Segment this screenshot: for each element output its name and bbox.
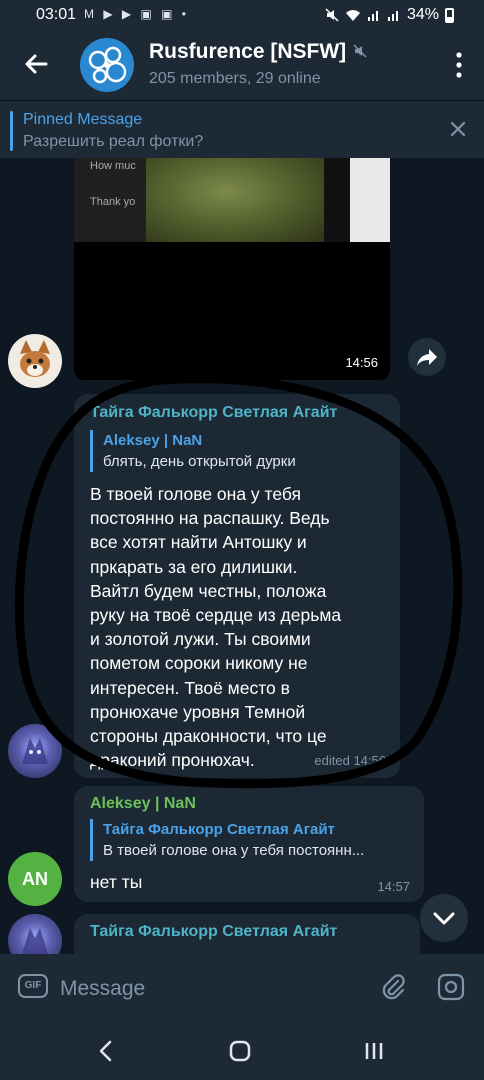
chevron-down-icon xyxy=(433,912,455,925)
image-light-strip xyxy=(350,158,390,242)
media-black-area xyxy=(74,242,390,380)
text-line: стороны драконности, что це xyxy=(90,726,327,747)
group-avatar[interactable] xyxy=(80,38,134,92)
text-line: все хотят найти Антошку и xyxy=(90,532,307,553)
status-right: 34% xyxy=(325,6,454,24)
reply-quote[interactable]: Тайга Фалькорр Светлая Агайт В твоей гол… xyxy=(90,819,418,861)
reply-quote[interactable]: Aleksey | NaN блять, день открытой дурки xyxy=(90,430,393,472)
message-input[interactable] xyxy=(58,972,362,1006)
battery-text: 34% xyxy=(406,6,439,23)
avatar[interactable]: AN xyxy=(8,852,62,906)
chat-header: Rusfurence [NSFW] 205 members, 29 online xyxy=(0,30,484,100)
fox-avatar[interactable] xyxy=(8,334,62,388)
text-line: пронюхаче уровня Темной xyxy=(90,701,306,722)
share-icon xyxy=(417,349,437,366)
text-line: и золотой лужи. Ты своими xyxy=(90,629,311,650)
text-line: В твоей голове она у тебя xyxy=(90,484,302,504)
image-caption-2: Thank yo xyxy=(90,196,136,208)
text-line: постоянно на распашку. Ведь xyxy=(90,508,330,529)
message-time: 14:56 xyxy=(345,355,378,370)
notification-icons: M ▶ ▶ ▣ ▣ • xyxy=(84,7,189,21)
gif-icon[interactable]: GIF xyxy=(18,974,48,998)
dragon-avatar[interactable] xyxy=(8,914,62,954)
status-bar: 03:01 M ▶ ▶ ▣ ▣ • 34% xyxy=(0,0,484,30)
system-nav-bar xyxy=(0,1022,484,1080)
battery-icon xyxy=(445,7,454,23)
message-meta: edited 14:56 xyxy=(314,753,386,768)
media-message[interactable]: How muc Thank yo 14:56 xyxy=(74,158,390,380)
text-line: руку на твоё сердце из дерьма xyxy=(90,605,342,626)
signal-icon-2 xyxy=(387,11,398,21)
share-button[interactable] xyxy=(408,338,446,376)
reply-text: блять, день открытой дурки xyxy=(103,453,296,470)
reply-name: Aleksey | NaN xyxy=(103,432,203,449)
text-line: Вайтл будем честны, положа xyxy=(90,580,327,601)
text-line: интересен. Твоё место в xyxy=(90,677,290,698)
chat-subtitle: 205 members, 29 online xyxy=(149,70,321,87)
back-arrow-icon[interactable] xyxy=(20,48,52,80)
mute-icon xyxy=(353,44,367,58)
camera-icon[interactable] xyxy=(436,972,466,1002)
mute-status-icon xyxy=(325,8,339,22)
pinned-text: Разрешить реал фотки? xyxy=(23,133,204,150)
pinned-label: Pinned Message xyxy=(23,111,143,128)
text-line: пркарать за его дилишки. xyxy=(90,556,298,577)
sender-name[interactable]: Aleksey | NaN xyxy=(90,795,196,813)
chat-title[interactable]: Rusfurence [NSFW] xyxy=(149,40,346,64)
reply-text: В твоей голове она у тебя постоянн... xyxy=(103,842,365,859)
status-time: 03:01 xyxy=(36,6,77,23)
message-text: нет ты xyxy=(90,872,143,892)
nav-home-icon[interactable] xyxy=(228,1039,252,1063)
more-vert-icon[interactable] xyxy=(454,50,464,80)
message-bubble[interactable]: Тайга Фалькорр Светлая Агайт Aleksey | N… xyxy=(74,394,400,778)
wifi-icon xyxy=(345,10,360,21)
scroll-down-button[interactable] xyxy=(420,894,468,942)
sender-name[interactable]: Тайга Фалькорр Светлая Агайт xyxy=(90,404,337,422)
signal-icon xyxy=(367,11,378,21)
sender-name[interactable]: Тайга Фалькорр Светлая Агайт xyxy=(90,923,337,941)
message-text: В твоей голове она у тебя постоянно на р… xyxy=(90,482,390,772)
message-composer: GIF xyxy=(0,954,484,1022)
message-bubble[interactable]: Aleksey | NaN Тайга Фалькорр Светлая Ага… xyxy=(74,786,424,902)
pinned-indicator xyxy=(10,111,13,151)
image-caption-1: How muc xyxy=(90,160,136,172)
media-image[interactable]: How muc Thank yo xyxy=(74,158,390,242)
message-bubble[interactable]: Тайга Фалькорр Светлая Агайт xyxy=(74,914,420,954)
text-line: пометом сороки никому не xyxy=(90,653,308,674)
close-icon[interactable] xyxy=(450,121,466,137)
image-dark-strip xyxy=(324,158,350,242)
nav-back-icon[interactable] xyxy=(94,1039,118,1063)
paperclip-icon[interactable] xyxy=(378,972,408,1002)
dragon-avatar[interactable] xyxy=(8,724,62,778)
reply-name: Тайга Фалькорр Светлая Агайт xyxy=(103,821,335,838)
image-center-panel xyxy=(146,158,324,242)
chat-area[interactable]: How muc Thank yo 14:56 Тайга Фалькорр Св… xyxy=(0,158,484,954)
message-time: 14:57 xyxy=(377,879,410,894)
nav-recent-icon[interactable] xyxy=(362,1039,386,1063)
pinned-message-bar[interactable]: Pinned Message Разрешить реал фотки? xyxy=(0,100,484,159)
